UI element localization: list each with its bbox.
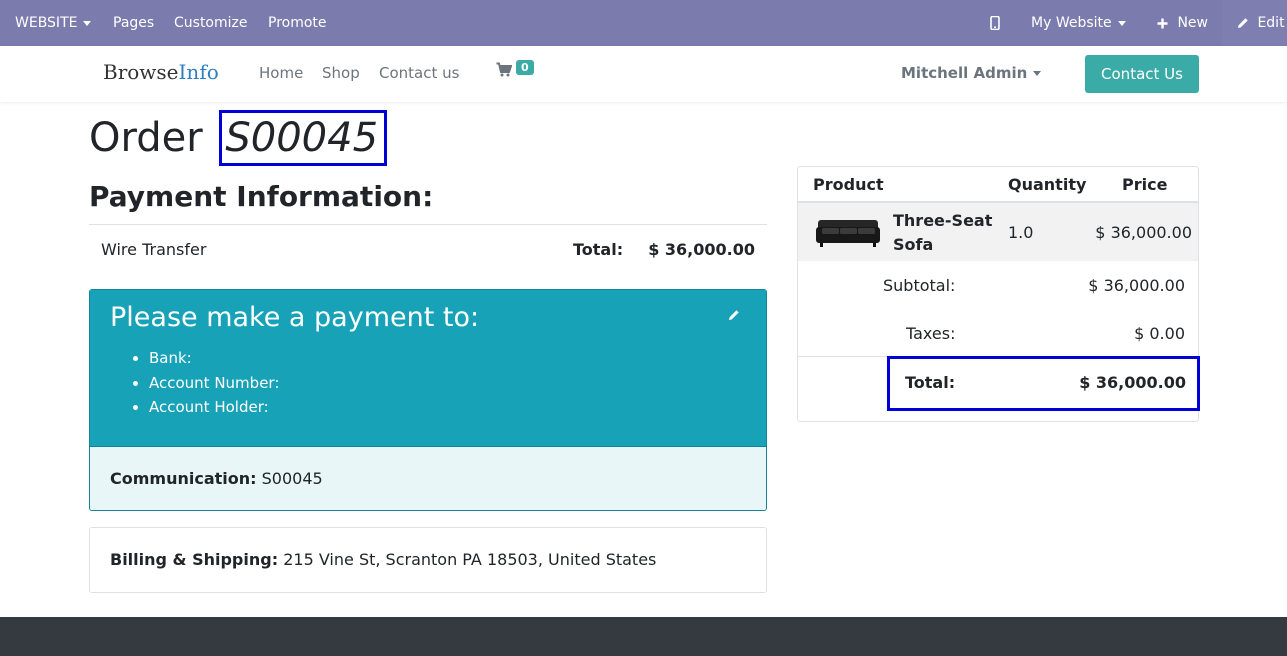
summary-total-label: Total: xyxy=(905,373,956,392)
payment-row: Wire Transfer Total: $ 36,000.00 xyxy=(89,224,767,272)
billing-address: 215 Vine St, Scranton PA 18503, United S… xyxy=(283,550,657,569)
new-button-label: New xyxy=(1177,15,1208,31)
summary-total: Total: $ 36,000.00 xyxy=(887,356,1200,411)
column-price: Price xyxy=(1122,175,1168,194)
cart-link[interactable] xyxy=(496,62,513,81)
customize-menu[interactable]: Customize xyxy=(174,0,248,46)
list-item: Account Holder: xyxy=(149,395,279,420)
nav-home[interactable]: Home xyxy=(259,64,303,82)
payment-instructions: Please make a payment to: Bank: Account … xyxy=(89,289,767,511)
communication-panel: Communication: S00045 xyxy=(90,446,766,510)
taxes-value: $ 0.00 xyxy=(1134,324,1185,343)
chevron-down-icon xyxy=(1033,71,1042,76)
chevron-down-icon xyxy=(1117,20,1126,26)
column-quantity: Quantity xyxy=(1008,175,1087,194)
new-button[interactable]: New xyxy=(1157,0,1208,46)
website-menu[interactable]: WEBSITE xyxy=(15,0,92,46)
product-image[interactable] xyxy=(816,215,880,253)
edit-button-label: Edit xyxy=(1257,15,1285,31)
shopping-cart-icon xyxy=(496,62,513,77)
site-selector[interactable]: My Website xyxy=(1031,0,1126,46)
site-selector-label: My Website xyxy=(1031,15,1112,31)
product-quantity: 1.0 xyxy=(1008,223,1034,242)
subtotal-label: Subtotal: xyxy=(883,276,956,295)
cart-count-badge: 0 xyxy=(516,60,534,75)
order-title-prefix: Order xyxy=(89,115,203,161)
site-logo[interactable]: BrowseInfo xyxy=(103,60,219,84)
contact-us-button[interactable]: Contact Us xyxy=(1085,55,1199,93)
logo-text-browse: Browse xyxy=(103,60,179,84)
payment-method: Wire Transfer xyxy=(101,240,207,259)
mobile-preview-button[interactable] xyxy=(990,0,1000,46)
payment-total-label: Total: xyxy=(573,240,624,259)
logo-text-info: Info xyxy=(178,60,219,84)
instructions-title: Please make a payment to: xyxy=(110,302,480,333)
bank-details-list: Bank: Account Number: Account Holder: xyxy=(149,346,279,420)
billing-label: Billing & Shipping: xyxy=(110,550,279,569)
mobile-icon xyxy=(990,15,1000,31)
payment-heading: Payment Information: xyxy=(89,180,434,213)
table-row: Three-Seat Sofa 1.0 $ 36,000.00 xyxy=(798,203,1198,261)
website-menu-label: WEBSITE xyxy=(15,15,78,31)
page-title: Order S00045 xyxy=(89,110,388,166)
billing-shipping-card: Billing & Shipping: 215 Vine St, Scranto… xyxy=(89,527,767,593)
communication-value: S00045 xyxy=(261,469,323,488)
instructions-panel: Please make a payment to: Bank: Account … xyxy=(90,290,766,446)
order-number: S00045 xyxy=(219,110,388,166)
product-price: $ 36,000.00 xyxy=(1095,223,1192,242)
plus-icon xyxy=(1157,18,1168,28)
site-header: BrowseInfo Home Shop Contact us 0 Mitche… xyxy=(0,46,1287,102)
nav-contact-us[interactable]: Contact us xyxy=(379,64,459,82)
order-summary: Product Quantity Price Three-Seat Sofa 1… xyxy=(797,166,1200,422)
product-name[interactable]: Three-Seat Sofa xyxy=(893,209,1003,257)
chevron-down-icon xyxy=(83,20,92,26)
list-item: Account Number: xyxy=(149,371,279,396)
site-footer xyxy=(0,617,1287,656)
taxes-label: Taxes: xyxy=(906,324,956,343)
user-menu[interactable]: Mitchell Admin xyxy=(901,64,1042,82)
payment-total-value: $ 36,000.00 xyxy=(648,240,755,259)
edit-button[interactable]: Edit xyxy=(1222,0,1287,46)
summary-total-value: $ 36,000.00 xyxy=(1079,373,1186,392)
user-name: Mitchell Admin xyxy=(901,64,1028,82)
column-product: Product xyxy=(813,175,884,194)
pages-menu[interactable]: Pages xyxy=(113,0,154,46)
subtotal-value: $ 36,000.00 xyxy=(1088,276,1185,295)
communication-label: Communication: xyxy=(110,469,257,488)
pencil-icon xyxy=(1238,18,1248,28)
nav-shop[interactable]: Shop xyxy=(322,64,360,82)
admin-bar: WEBSITE Pages Customize Promote My Websi… xyxy=(0,0,1287,46)
list-item: Bank: xyxy=(149,346,279,371)
promote-menu[interactable]: Promote xyxy=(268,0,327,46)
pencil-icon[interactable] xyxy=(728,306,740,325)
summary-header: Product Quantity Price xyxy=(798,167,1198,203)
